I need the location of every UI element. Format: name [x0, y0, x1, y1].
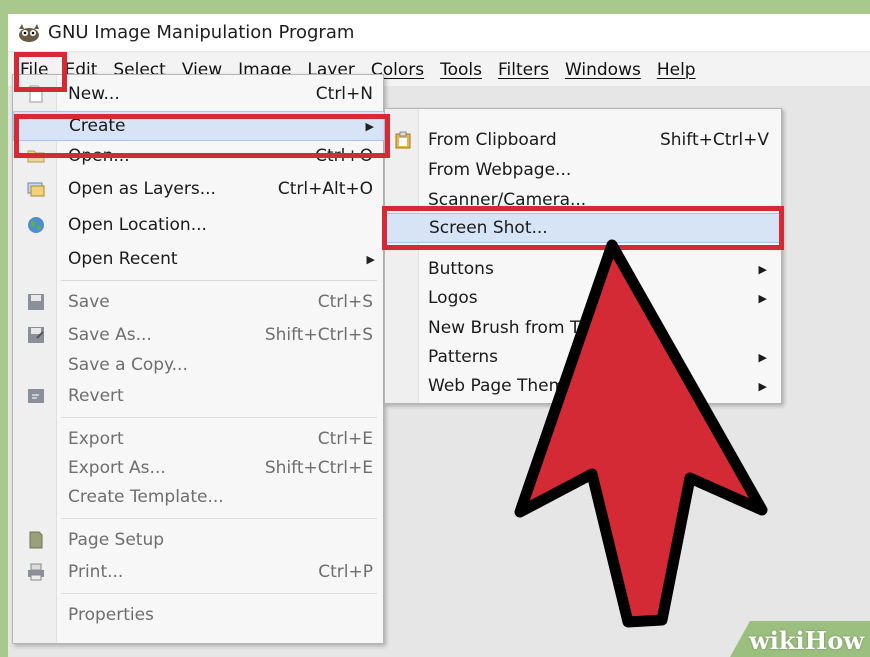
globe-icon: [28, 217, 44, 233]
menu-item-properties[interactable]: Properties: [13, 600, 385, 630]
watermark-text: wikiHow: [749, 626, 864, 655]
menu-item-save-a-copy[interactable]: Save a Copy...: [13, 350, 385, 380]
separator: [61, 518, 377, 519]
submenu-item-from-clipboard[interactable]: From Clipboard Shift+Ctrl+V: [385, 125, 781, 155]
menu-item-save[interactable]: Save Ctrl+S: [13, 287, 385, 317]
submenu-item-buttons[interactable]: Buttons ▶: [385, 254, 781, 284]
menu-item-page-setup[interactable]: Page Setup: [13, 525, 385, 555]
gimp-wilber-icon: [19, 23, 39, 42]
submenu-arrow-icon: ▶: [758, 262, 767, 276]
highlight-screen-shot-item: [382, 206, 784, 250]
menu-item-open-location[interactable]: Open Location...: [13, 210, 385, 240]
menu-item-save-as[interactable]: Save As... Shift+Ctrl+S: [13, 320, 385, 350]
submenu-arrow-icon: ▶: [758, 291, 767, 305]
save-as-icon: [28, 327, 44, 343]
menu-item-export[interactable]: Export Ctrl+E: [13, 424, 385, 454]
highlight-file-menu: [14, 52, 67, 92]
menu-item-export-as[interactable]: Export As... Shift+Ctrl+E: [13, 453, 385, 483]
menu-windows[interactable]: Windows: [559, 56, 647, 84]
menu-item-create-template[interactable]: Create Template...: [13, 482, 385, 512]
menu-item-open-recent[interactable]: Open Recent ▶: [13, 244, 385, 274]
window-title: GNU Image Manipulation Program: [48, 22, 355, 43]
menu-tools[interactable]: Tools: [434, 56, 488, 84]
submenu-item-patterns[interactable]: Patterns ▶: [385, 342, 781, 372]
open-layers-icon: [27, 182, 45, 197]
submenu-arrow-icon: ▶: [758, 350, 767, 364]
create-submenu: From Clipboard Shift+Ctrl+V From Webpage…: [384, 108, 782, 404]
menu-item-print[interactable]: Print... Ctrl+P: [13, 557, 385, 587]
submenu-arrow-icon: ▶: [758, 379, 767, 393]
page-setup-icon: [29, 531, 43, 549]
separator: [61, 280, 377, 281]
submenu-item-web-page-themes[interactable]: Web Page Them ▶: [385, 371, 781, 401]
menu-item-open-as-layers[interactable]: Open as Layers... Ctrl+Alt+O: [13, 174, 385, 204]
title-bar: GNU Image Manipulation Program: [8, 14, 870, 52]
submenu-item-logos[interactable]: Logos ▶: [385, 283, 781, 313]
menu-item-revert[interactable]: Revert: [13, 381, 385, 411]
revert-icon: [28, 389, 44, 403]
separator: [61, 417, 377, 418]
menu-help[interactable]: Help: [651, 56, 702, 84]
separator: [61, 593, 377, 594]
submenu-item-from-webpage[interactable]: From Webpage...: [385, 155, 781, 185]
submenu-arrow-icon: ▶: [366, 252, 375, 266]
clipboard-icon: [395, 131, 411, 149]
menu-item-new[interactable]: New... Ctrl+N: [13, 79, 385, 109]
print-icon: [28, 563, 44, 581]
highlight-create-item: [14, 114, 390, 158]
menu-filters[interactable]: Filters: [492, 56, 555, 84]
watermark: wikiHow: [710, 621, 870, 657]
save-icon: [28, 294, 44, 310]
file-menu-dropdown: New... Ctrl+N Create ▶ Open... Ctrl+O Op…: [12, 74, 385, 644]
submenu-item-new-brush-from-text[interactable]: New Brush from Te: [385, 313, 781, 343]
